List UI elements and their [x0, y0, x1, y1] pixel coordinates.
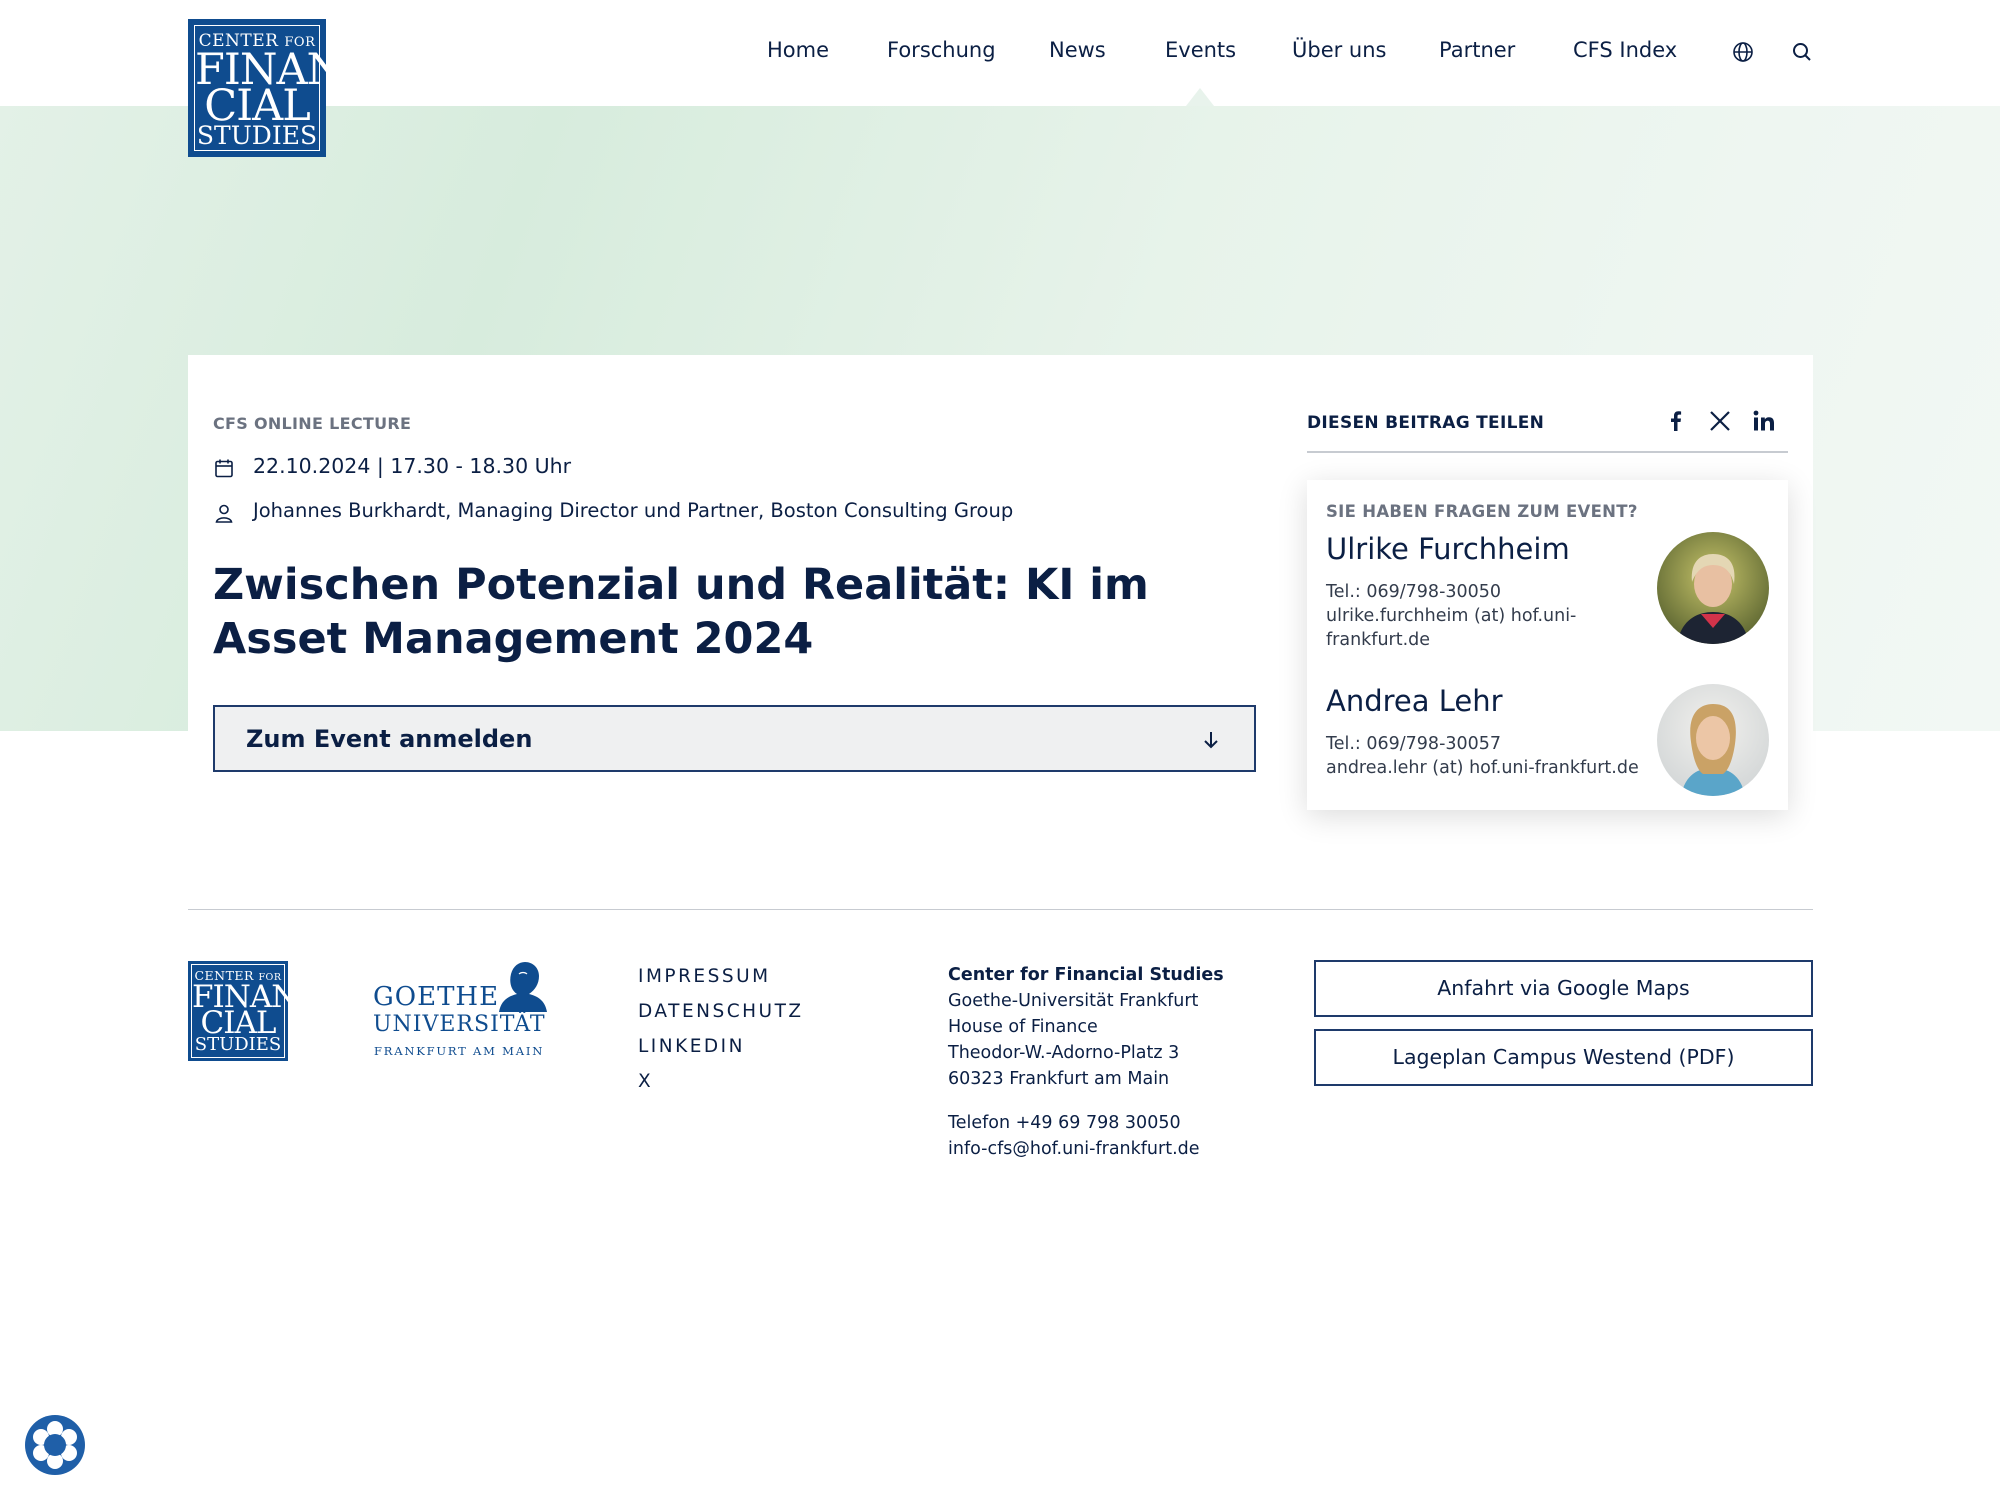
address-line: Goethe-Universität Frankfurt: [948, 991, 1199, 1011]
address-org-name: Center for Financial Studies: [948, 965, 1224, 985]
nav-partner[interactable]: Partner: [1439, 38, 1515, 62]
x-icon[interactable]: [1707, 408, 1733, 434]
cfs-logo[interactable]: CENTER FOR FINAN CIAL STUDIES: [188, 19, 344, 157]
active-nav-indicator: [1186, 88, 1214, 106]
calendar-icon: [213, 457, 235, 479]
cookie-settings-icon[interactable]: [24, 1414, 86, 1476]
cfs-footer-logo[interactable]: CENTER FOR FINAN CIAL STUDIES: [188, 961, 298, 1061]
event-speaker: Johannes Burkhardt, Managing Director un…: [253, 499, 1014, 522]
nav-home[interactable]: Home: [767, 38, 829, 62]
address-line: House of Finance: [948, 1017, 1098, 1037]
avatar: [1657, 532, 1769, 644]
address-line: 60323 Frankfurt am Main: [948, 1069, 1170, 1089]
arrow-down-icon: [1200, 729, 1222, 751]
avatar: [1657, 684, 1769, 796]
event-contact-box: SIE HABEN FRAGEN ZUM EVENT? Ulrike Furch…: [1307, 480, 1788, 810]
footer-link-x[interactable]: X: [638, 1071, 804, 1106]
nav-ueber-uns[interactable]: Über uns: [1292, 38, 1387, 62]
event-category: CFS ONLINE LECTURE: [213, 414, 412, 433]
share-divider: [1307, 451, 1788, 453]
nav-forschung[interactable]: Forschung: [887, 38, 996, 62]
footer-address: Center for Financial Studies Goethe-Univ…: [948, 962, 1224, 1162]
campus-map-pdf-button[interactable]: Lageplan Campus Westend (PDF): [1314, 1029, 1813, 1086]
search-icon[interactable]: [1790, 40, 1814, 64]
event-datetime: 22.10.2024 | 17.30 - 18.30 Uhr: [253, 454, 572, 478]
nav-cfs-index[interactable]: CFS Index: [1573, 38, 1677, 62]
person-icon: [213, 502, 235, 524]
register-button-label: Zum Event anmelden: [246, 725, 533, 753]
share-label: DIESEN BEITRAG TEILEN: [1307, 413, 1545, 433]
register-button[interactable]: Zum Event anmelden: [213, 705, 1256, 772]
footer-link-impressum[interactable]: IMPRESSUM: [638, 966, 804, 1001]
address-email[interactable]: info-cfs@hof.uni-frankfurt.de: [948, 1136, 1224, 1162]
goethe-university-logo[interactable]: GOETHE UNIVERSITÄT FRANKFURT AM MAIN: [373, 960, 548, 1058]
linkedin-icon[interactable]: [1751, 408, 1777, 434]
google-maps-button[interactable]: Anfahrt via Google Maps: [1314, 960, 1813, 1017]
footer-link-datenschutz[interactable]: DATENSCHUTZ: [638, 1001, 804, 1036]
footer-link-linkedin[interactable]: LINKEDIN: [638, 1036, 804, 1071]
facebook-icon[interactable]: [1663, 408, 1689, 434]
footer-links: IMPRESSUM DATENSCHUTZ LINKEDIN X: [638, 966, 804, 1106]
globe-icon[interactable]: [1731, 40, 1755, 64]
footer-divider: [188, 909, 1813, 910]
goethe-bust-icon: [499, 962, 547, 1012]
event-title: Zwischen Potenzial und Realität: KI im A…: [213, 560, 1149, 664]
event-card: CFS ONLINE LECTURE 22.10.2024 | 17.30 - …: [188, 355, 1813, 815]
address-phone[interactable]: Telefon +49 69 798 30050: [948, 1110, 1224, 1136]
nav-news[interactable]: News: [1049, 38, 1106, 62]
contact-heading: SIE HABEN FRAGEN ZUM EVENT?: [1326, 502, 1638, 521]
address-line: Theodor-W.-Adorno-Platz 3: [948, 1043, 1180, 1063]
nav-events[interactable]: Events: [1165, 38, 1236, 62]
